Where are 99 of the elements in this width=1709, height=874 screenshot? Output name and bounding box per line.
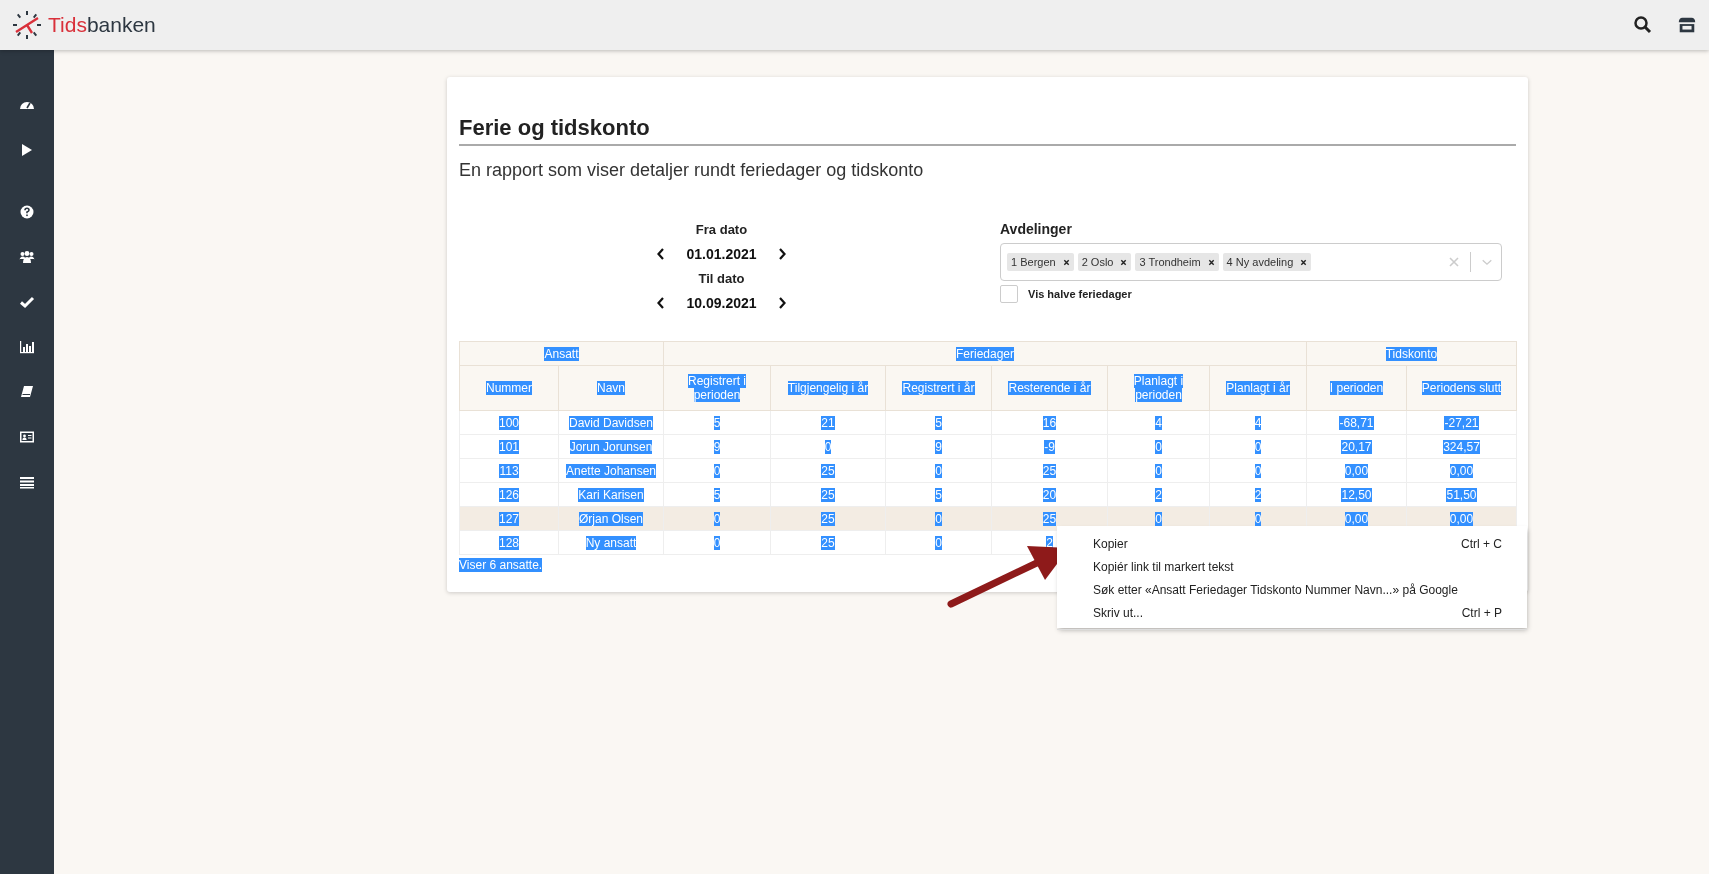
table-cell: Kari Karisen [558, 482, 664, 507]
table-cell: 128 [459, 530, 559, 555]
table-cell: 127 [459, 506, 559, 531]
remove-icon[interactable] [1062, 258, 1070, 266]
table-cell: 2 [1107, 482, 1210, 507]
help-icon[interactable] [19, 204, 35, 220]
menu-item[interactable]: Søk etter «Ansatt Feriedager Tidskonto Nummer Navn...» på Google [1057, 578, 1527, 601]
table-cell: 25 [770, 482, 886, 507]
table-cell: 9 [663, 434, 771, 459]
column-header: Registrert i perioden [663, 365, 771, 411]
column-header: Navn [558, 365, 664, 411]
table-cell: -9 [991, 434, 1108, 459]
table-cell: 0,00 [1406, 458, 1517, 483]
report-title: Ferie og tidskonto [459, 115, 1516, 146]
table-cell: 25 [770, 530, 886, 555]
remove-icon[interactable] [1300, 258, 1308, 266]
group-header: Tidskonto [1306, 341, 1517, 366]
table-cell: Ny ansatt [558, 530, 664, 555]
table-cell: 101 [459, 434, 559, 459]
checkbox[interactable] [1000, 285, 1018, 303]
date-label: Fra dato [695, 221, 748, 238]
departments-label: Avdelinger [1000, 221, 1073, 237]
table-cell: 16 [991, 410, 1108, 435]
department-tag: 1 Bergen [1007, 253, 1074, 271]
table-cell: David Davidsen [558, 410, 664, 435]
group-header: Ansatt [459, 341, 664, 366]
column-header: Registrert i år [885, 365, 992, 411]
table-cell: 126 [459, 482, 559, 507]
next-icon[interactable] [776, 296, 787, 310]
column-header: Tilgjengelig i år [770, 365, 886, 411]
table-cell: -27,21 [1406, 410, 1517, 435]
table-cell: Anette Johansen [558, 458, 664, 483]
table-cell: -68,71 [1306, 410, 1407, 435]
departments-select[interactable]: 1 Bergen 2 Oslo 3 Trondheim 4 Ny avdeling [1000, 243, 1502, 281]
table-cell: 0 [885, 506, 992, 531]
table-cell: 9 [885, 434, 992, 459]
column-header: Nummer [459, 365, 559, 411]
column-header: Planlagt i perioden [1107, 365, 1210, 411]
clock-logo-icon [12, 10, 42, 40]
remove-icon[interactable] [1207, 258, 1215, 266]
menu-item[interactable]: Skriv ut... Ctrl + P [1057, 601, 1527, 624]
table-cell: 2 [1209, 482, 1307, 507]
department-tag: 4 Ny avdeling [1222, 253, 1312, 271]
table-cell: 0 [663, 530, 771, 555]
brand-name: Tidsbanken [48, 13, 156, 37]
previous-icon[interactable] [656, 296, 667, 310]
table-cell: 5 [885, 410, 992, 435]
table-cell: 21 [770, 410, 886, 435]
column-header: Resterende i år [991, 365, 1108, 411]
table-cell: 113 [459, 458, 559, 483]
column-header: Planlagt i år [1209, 365, 1307, 411]
table-cell: 0 [885, 458, 992, 483]
next-icon[interactable] [776, 247, 787, 261]
table-cell: 0 [885, 530, 992, 555]
table-cell: 0 [1107, 458, 1210, 483]
date-value: 10.09.2021 [686, 295, 757, 311]
previous-icon[interactable] [656, 247, 667, 261]
table-cell: Jorun Jorunsen [558, 434, 664, 459]
table-cell: 20,17 [1306, 434, 1407, 459]
table-cell: 0,00 [1306, 458, 1407, 483]
report-subtitle: En rapport som viser detaljer rundt feriedager og tidskonto [459, 160, 925, 181]
menu-item[interactable]: Kopiér link til markert tekst [1057, 555, 1527, 578]
table-cell: 51,50 [1406, 482, 1517, 507]
date-label: Til dato [698, 270, 745, 287]
group-header: Feriedager [663, 341, 1307, 366]
remove-icon[interactable] [1120, 258, 1128, 266]
users-icon[interactable] [19, 249, 35, 265]
table-cell: 5 [663, 410, 771, 435]
list-icon[interactable] [19, 474, 35, 490]
table-cell: 5 [885, 482, 992, 507]
column-header: I perioden [1306, 365, 1407, 411]
table-cell: 12,50 [1306, 482, 1407, 507]
table-cell: 0 [1209, 434, 1307, 459]
chart-icon[interactable] [19, 339, 35, 355]
table-cell: 5 [663, 482, 771, 507]
table-cell: Ørjan Olsen [558, 506, 664, 531]
table-cell: 0 [1107, 434, 1210, 459]
table-cell: 0 [663, 458, 771, 483]
date-value: 01.01.2021 [686, 246, 757, 262]
table-cell: 100 [459, 410, 559, 435]
table-cell: 0 [663, 506, 771, 531]
department-tag: 2 Oslo [1077, 253, 1132, 271]
department-tag: 3 Trondheim [1135, 253, 1219, 271]
column-header: Periodens slutt [1406, 365, 1517, 411]
search-icon[interactable] [1633, 15, 1653, 35]
store-icon[interactable] [1677, 15, 1697, 35]
table-cell: 20 [991, 482, 1108, 507]
table-cell: 324,57 [1406, 434, 1517, 459]
check-icon[interactable] [19, 294, 35, 310]
table-cell: 0 [770, 434, 886, 459]
table-cell: 25 [770, 458, 886, 483]
table-cell: 4 [1107, 410, 1210, 435]
card-icon[interactable] [19, 429, 35, 445]
table-cell: 25 [770, 506, 886, 531]
checkbox-label: Vis halve feriedager [1028, 288, 1132, 300]
table-cell: 0 [1209, 458, 1307, 483]
book-icon[interactable] [19, 384, 35, 400]
table-cell: 25 [991, 458, 1108, 483]
table-cell: 4 [1209, 410, 1307, 435]
